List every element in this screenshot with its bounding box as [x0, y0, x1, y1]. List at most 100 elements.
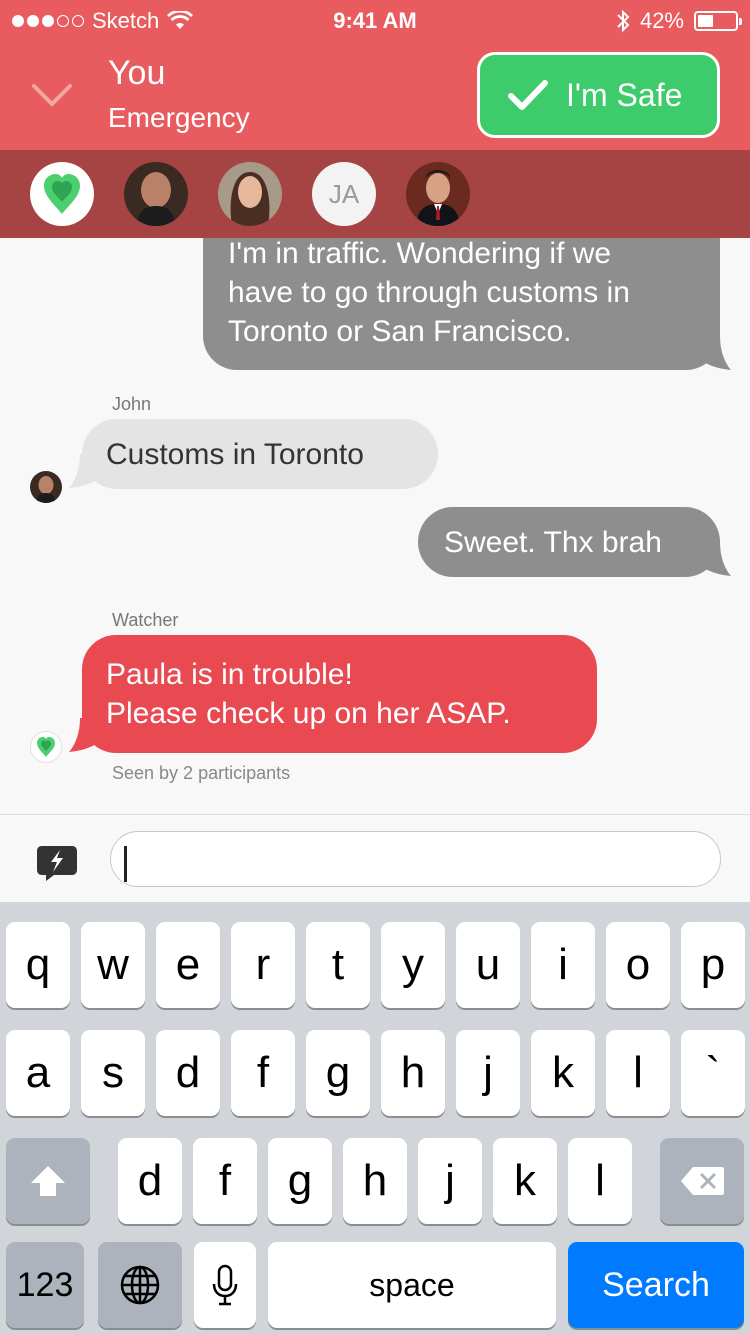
key-p[interactable]: p	[681, 922, 745, 1008]
key-l[interactable]: l	[606, 1030, 670, 1116]
alert-message-bubble[interactable]: Paula is in trouble! Please check up on …	[82, 635, 597, 753]
battery-icon	[694, 11, 742, 31]
message-line: Please check up on her ASAP.	[106, 697, 511, 730]
key-label: f	[218, 1156, 232, 1205]
bubble-tail	[700, 336, 731, 370]
page-subtitle: Emergency	[108, 102, 250, 133]
keyboard: qwertyuiop a s d f g h j k l ` dfghjkl 123	[0, 902, 750, 1334]
dictation-key[interactable]	[194, 1242, 256, 1328]
text-caret	[124, 846, 127, 882]
key-a[interactable]: a	[6, 1030, 70, 1116]
participants-bar: JA	[0, 150, 750, 238]
incoming-message-bubble[interactable]: Customs in Toronto	[82, 419, 438, 489]
checkmark-icon	[508, 80, 548, 110]
key-e[interactable]: e	[156, 922, 220, 1008]
key-j[interactable]: j	[456, 1030, 520, 1116]
key-label: w	[97, 940, 129, 989]
key-i[interactable]: i	[531, 922, 595, 1008]
key-label: i	[558, 940, 568, 989]
search-key-label: Search	[602, 1265, 710, 1304]
microphone-icon	[212, 1264, 238, 1306]
numbers-key-label: 123	[16, 1265, 74, 1304]
bubble-tail	[69, 718, 100, 752]
message-line: Toronto or San Francisco.	[228, 315, 572, 348]
key-label: e	[175, 940, 201, 989]
outgoing-message-bubble[interactable]: Sweet. Thx brah	[418, 507, 720, 577]
key-backtick[interactable]: `	[681, 1030, 745, 1116]
emergency-header: Sketch 9:41 AM 42% You Emergency I'm Saf…	[0, 0, 750, 238]
collapse-chevron-icon[interactable]	[30, 78, 74, 110]
participant-avatar-1[interactable]	[124, 162, 188, 226]
person-photo	[30, 471, 62, 503]
key-y[interactable]: y	[381, 922, 445, 1008]
quick-reply-bolt-icon[interactable]	[36, 844, 78, 882]
key-j[interactable]: j	[418, 1138, 482, 1224]
message-line: I'm in traffic. Wondering if we	[228, 237, 612, 270]
key-d[interactable]: d	[156, 1030, 220, 1116]
key-g[interactable]: g	[268, 1138, 332, 1224]
message-line: Paula is in trouble!	[106, 658, 353, 691]
key-label: l	[595, 1156, 605, 1205]
shift-arrow-icon	[31, 1166, 65, 1196]
numbers-key[interactable]: 123	[6, 1242, 84, 1328]
message-line: Sweet. Thx brah	[444, 526, 662, 559]
watcher-logo-avatar[interactable]	[30, 162, 94, 226]
participant-avatar-3[interactable]	[406, 162, 470, 226]
key-f[interactable]: f	[193, 1138, 257, 1224]
key-label: h	[400, 1048, 426, 1097]
person-photo	[406, 162, 470, 226]
globe-key[interactable]	[98, 1242, 182, 1328]
sender-name: John	[112, 394, 152, 414]
key-label: r	[255, 940, 271, 989]
person-photo	[124, 162, 188, 226]
key-label: p	[700, 940, 726, 989]
key-label: f	[256, 1048, 270, 1097]
bluetooth-icon	[617, 9, 630, 33]
key-label: o	[625, 940, 651, 989]
key-s[interactable]: s	[81, 1030, 145, 1116]
globe-icon	[120, 1265, 160, 1305]
key-w[interactable]: w	[81, 922, 145, 1008]
message-input[interactable]	[110, 831, 721, 887]
key-f[interactable]: f	[231, 1030, 295, 1116]
key-g[interactable]: g	[306, 1030, 370, 1116]
message-line: Customs in Toronto	[106, 438, 364, 471]
im-safe-button[interactable]: I'm Safe	[477, 52, 720, 138]
shift-key[interactable]	[6, 1138, 90, 1224]
key-h[interactable]: h	[343, 1138, 407, 1224]
key-k[interactable]: k	[531, 1030, 595, 1116]
watcher-avatar[interactable]	[30, 731, 62, 763]
john-avatar[interactable]	[30, 471, 62, 503]
status-right: 42%	[616, 8, 742, 34]
key-label: j	[483, 1048, 493, 1097]
key-label: k	[514, 1156, 536, 1205]
key-label: d	[137, 1156, 163, 1205]
key-h[interactable]: h	[381, 1030, 445, 1116]
key-t[interactable]: t	[306, 922, 370, 1008]
key-label: q	[25, 940, 51, 989]
key-q[interactable]: q	[6, 922, 70, 1008]
key-d[interactable]: d	[118, 1138, 182, 1224]
key-label: d	[175, 1048, 201, 1097]
space-key-label: space	[369, 1266, 455, 1303]
key-o[interactable]: o	[606, 922, 670, 1008]
battery-percent: 42%	[639, 8, 684, 33]
participant-avatar-initials[interactable]: JA	[312, 162, 376, 226]
key-label: `	[705, 1048, 721, 1097]
space-key[interactable]: space	[268, 1242, 556, 1328]
key-label: u	[475, 940, 501, 989]
person-photo	[218, 162, 282, 226]
message-input-bar	[0, 814, 750, 902]
key-u[interactable]: u	[456, 922, 520, 1008]
key-label: a	[25, 1048, 51, 1097]
key-l[interactable]: l	[568, 1138, 632, 1224]
backspace-key[interactable]	[660, 1138, 744, 1224]
search-key[interactable]: Search	[568, 1242, 744, 1328]
backspace-icon	[681, 1167, 724, 1195]
key-r[interactable]: r	[231, 922, 295, 1008]
participant-avatar-2[interactable]	[218, 162, 282, 226]
key-k[interactable]: k	[493, 1138, 557, 1224]
watcher-logo-icon	[44, 174, 80, 214]
page-title: You	[108, 54, 166, 92]
key-label: s	[102, 1048, 124, 1097]
